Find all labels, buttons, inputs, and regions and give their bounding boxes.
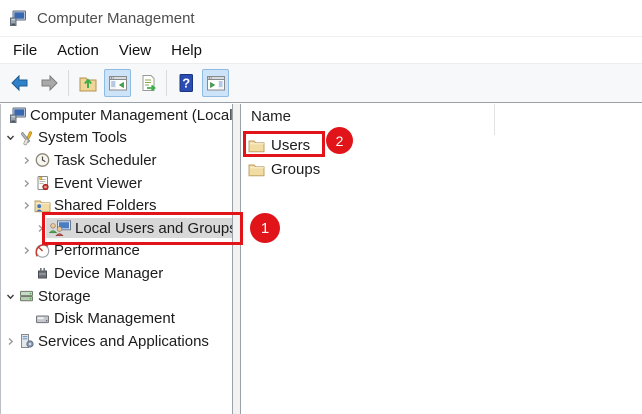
- chevron-collapsed-icon[interactable]: [21, 200, 32, 211]
- performance-icon: [34, 243, 51, 259]
- tree-item-label: Computer Management (Local): [30, 107, 233, 124]
- system-tools-icon: [18, 130, 35, 146]
- forward-button[interactable]: [36, 69, 63, 97]
- annotation-step-2-badge: 2: [326, 127, 353, 154]
- computer-management-window: Computer Management FileActionViewHelp ?…: [0, 0, 642, 414]
- back-arrow-icon: [9, 73, 30, 93]
- event-viewer-icon: [34, 175, 51, 191]
- services-applications-icon: [18, 333, 35, 349]
- tree-item-body[interactable]: Computer Management (Local): [7, 105, 233, 125]
- annotation-step-1-number: 1: [261, 220, 269, 237]
- menu-file[interactable]: File: [3, 39, 47, 62]
- pane-splitter[interactable]: [233, 104, 240, 414]
- chevron-spacer: [21, 268, 32, 279]
- folder-up-icon: [78, 73, 98, 93]
- export-list-icon: [138, 73, 158, 93]
- tree-item-body[interactable]: Services and Applications: [16, 331, 209, 351]
- tree-item-body[interactable]: Storage: [16, 286, 91, 306]
- annotation-box-local-users-and-groups: [42, 212, 243, 245]
- export-list-button[interactable]: [134, 69, 161, 97]
- show-action-pane-button[interactable]: [202, 69, 229, 97]
- action-pane-icon: [206, 73, 226, 93]
- chevron-spacer: [21, 313, 32, 324]
- list-item-groups[interactable]: Groups: [241, 157, 320, 181]
- tree-item-body[interactable]: Event Viewer: [32, 173, 142, 193]
- tree-item-system-tools[interactable]: System Tools: [1, 127, 232, 150]
- show-console-tree-button[interactable]: [104, 69, 131, 97]
- computer-management-icon: [9, 106, 27, 124]
- toolbar-separator: [68, 70, 69, 96]
- annotation-step-1-badge: 1: [250, 213, 280, 243]
- shared-folders-icon: [34, 198, 51, 213]
- tree-item-label: Storage: [38, 288, 91, 305]
- storage-icon: [18, 288, 35, 304]
- tree-item-label: Disk Management: [54, 310, 175, 327]
- annotation-step-2-number: 2: [336, 133, 344, 149]
- tree-item-storage[interactable]: Storage: [1, 285, 232, 308]
- console-tree-icon: [108, 73, 128, 93]
- tree-item-body[interactable]: System Tools: [16, 128, 127, 148]
- task-scheduler-icon: [34, 152, 51, 168]
- menu-help[interactable]: Help: [161, 39, 212, 62]
- menu-view[interactable]: View: [109, 39, 161, 62]
- tree-item-computer-management-local[interactable]: Computer Management (Local): [1, 104, 232, 127]
- tree-item-label: Event Viewer: [54, 175, 142, 192]
- chevron-collapsed-icon[interactable]: [21, 245, 32, 256]
- back-button[interactable]: [6, 69, 33, 97]
- toolbar: ?: [0, 63, 642, 103]
- up-one-level-button[interactable]: [74, 69, 101, 97]
- tree-item-event-viewer[interactable]: Event Viewer: [1, 172, 232, 195]
- device-manager-icon: [34, 265, 51, 281]
- tree-item-body[interactable]: Device Manager: [32, 263, 163, 283]
- toolbar-separator: [166, 70, 167, 96]
- tree-item-body[interactable]: Task Scheduler: [32, 150, 157, 170]
- disk-management-icon: [34, 311, 51, 327]
- chevron-collapsed-icon[interactable]: [21, 155, 32, 166]
- annotation-box-users: [243, 131, 325, 157]
- forward-arrow-icon: [39, 73, 60, 93]
- computer-management-icon: [9, 9, 27, 27]
- folder-icon: [248, 162, 265, 177]
- menu-bar: FileActionViewHelp: [0, 37, 642, 63]
- menu-action[interactable]: Action: [47, 39, 109, 62]
- help-button[interactable]: ?: [172, 69, 199, 97]
- chevron-collapsed-icon[interactable]: [5, 336, 16, 347]
- tree-item-label: Services and Applications: [38, 333, 209, 350]
- help-icon: ?: [176, 73, 196, 93]
- svg-text:?: ?: [182, 76, 190, 91]
- column-header-name[interactable]: Name: [251, 108, 291, 125]
- tree-item-label: System Tools: [38, 129, 127, 146]
- tree-item-body[interactable]: Disk Management: [32, 309, 175, 329]
- tree-item-task-scheduler[interactable]: Task Scheduler: [1, 149, 232, 172]
- chevron-collapsed-icon[interactable]: [21, 178, 32, 189]
- tree-item-label: Task Scheduler: [54, 152, 157, 169]
- list-item-label: Groups: [271, 161, 320, 178]
- tree-item-services-and-applications[interactable]: Services and Applications: [1, 330, 232, 353]
- chevron-expanded-icon[interactable]: [5, 291, 16, 302]
- chevron-expanded-icon[interactable]: [5, 132, 16, 143]
- title-bar: Computer Management: [0, 0, 642, 37]
- tree-item-disk-management[interactable]: Disk Management: [1, 307, 232, 330]
- window-title: Computer Management: [37, 10, 195, 27]
- tree-item-label: Device Manager: [54, 265, 163, 282]
- column-divider[interactable]: [494, 104, 495, 135]
- console-tree-pane: Computer Management (Local) System Tools T…: [0, 104, 233, 414]
- tree-item-device-manager[interactable]: Device Manager: [1, 262, 232, 285]
